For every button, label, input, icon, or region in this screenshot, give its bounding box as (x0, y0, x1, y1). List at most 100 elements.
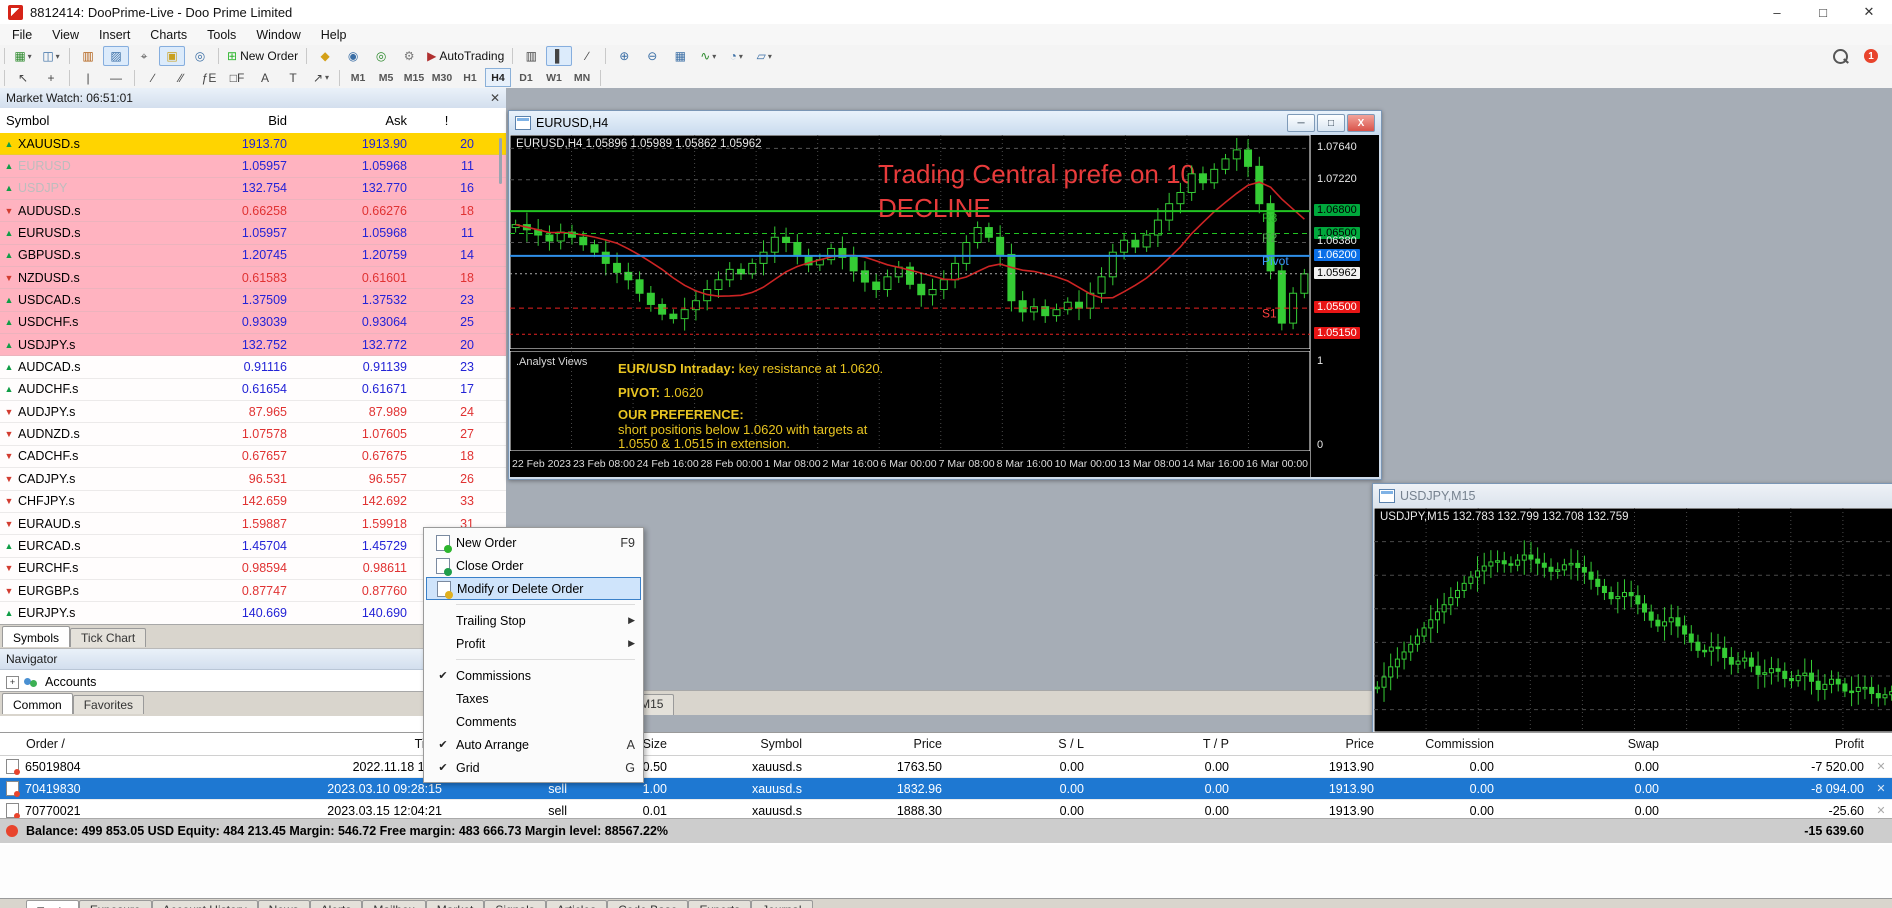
trendline-tool-icon[interactable]: ∕ (140, 68, 166, 88)
bottom-tab-market[interactable]: Market (426, 900, 485, 908)
eurusd-chart-area[interactable]: Trading Central prefe on 10DECLINER3R2Pi… (510, 135, 1378, 477)
market-watch-row-CHFJPY.s[interactable]: ▼CHFJPY.s142.659142.69233 (0, 491, 506, 513)
menu-charts[interactable]: Charts (140, 26, 197, 44)
periods-icon[interactable]: ◔▾ (723, 46, 749, 66)
tree-expand-icon[interactable]: + (6, 676, 19, 689)
tab-favorites[interactable]: Favorites (73, 695, 144, 714)
dropdown-arrow-icon[interactable]: ▾ (56, 52, 60, 61)
order-row-65019804[interactable]: 650198042022.11.18 10:30.50xauusd.s1763.… (0, 756, 1892, 778)
market-watch-toggle-icon[interactable]: ▥ (75, 46, 101, 66)
menu-file[interactable]: File (2, 26, 42, 44)
candlestick-mode-icon[interactable]: ▌ (546, 46, 572, 66)
close-position-icon[interactable]: ✕ (1872, 782, 1892, 795)
dropdown-arrow-icon[interactable]: ▾ (28, 52, 32, 61)
minimize-button[interactable]: – (1754, 0, 1800, 24)
order-column-tp[interactable]: T / P (1092, 737, 1237, 751)
dropdown-arrow-icon[interactable]: ▾ (712, 52, 716, 61)
new-order-button[interactable]: ⊞New Order (224, 46, 301, 66)
timeframe-MN[interactable]: MN (569, 68, 595, 87)
text-tool-icon[interactable]: A (252, 68, 278, 88)
market-watch-row-AUDUSD.s[interactable]: ▼AUDUSD.s0.662580.6627618 (0, 200, 506, 222)
market-watch-row-AUDNZD.s[interactable]: ▼AUDNZD.s1.075781.0760527 (0, 423, 506, 445)
order-column-profit[interactable]: Profit (1667, 737, 1872, 751)
market-watch-row-XAUUSD.s[interactable]: ▲XAUUSD.s1913.701913.9020 (0, 133, 506, 155)
data-window-toggle-icon[interactable]: ▨ (103, 46, 129, 66)
menu-item-modify-or-delete-order[interactable]: Modify or Delete Order (426, 577, 641, 600)
market-watch-row-GBPUSD.s[interactable]: ▲GBPUSD.s1.207451.2075914 (0, 245, 506, 267)
shapes-tool-icon[interactable]: □F (224, 68, 250, 88)
menu-item-profit[interactable]: Profit▶ (426, 632, 641, 655)
order-column-time[interactable]: Time (120, 737, 450, 751)
timeframe-M1[interactable]: M1 (345, 68, 371, 87)
zoom-in-icon[interactable]: ⊕ (611, 46, 637, 66)
bottom-tab-articles[interactable]: Articles (546, 900, 607, 908)
timeframe-M5[interactable]: M5 (373, 68, 399, 87)
market-watch-row-USDCHF.s[interactable]: ▲USDCHF.s0.930390.9306425 (0, 312, 506, 334)
menu-item-taxes[interactable]: Taxes (426, 687, 641, 710)
bottom-tab-code-base[interactable]: Code Base (607, 900, 688, 908)
bottom-tab-trade[interactable]: Trade (26, 900, 79, 908)
profiles-icon[interactable]: ◫▾ (38, 46, 64, 66)
menu-help[interactable]: Help (311, 26, 357, 44)
eurusd-window-titlebar[interactable]: EURUSD,H4 ─ □ X (509, 111, 1381, 135)
order-column-commission[interactable]: Commission (1382, 737, 1502, 751)
bottom-tab-signals[interactable]: Signals (484, 900, 545, 908)
strategy-tester-icon[interactable]: ◎ (187, 46, 213, 66)
navigator-toggle-icon[interactable]: ⌖ (131, 46, 157, 66)
text-label-tool-icon[interactable]: T (280, 68, 306, 88)
chart-close-button[interactable]: X (1347, 114, 1375, 132)
menu-insert[interactable]: Insert (89, 26, 140, 44)
crosshair-tool-icon[interactable]: + (38, 68, 64, 88)
search-icon[interactable] (1827, 46, 1853, 66)
options-icon[interactable]: ⚙ (396, 46, 422, 66)
bottom-tab-news[interactable]: News (258, 900, 310, 908)
column-bid[interactable]: Bid (173, 113, 293, 128)
market-watch-row-USDJPY[interactable]: ▲USDJPY132.754132.77016 (0, 178, 506, 200)
order-column-order[interactable]: Order / (0, 737, 120, 751)
indicators-icon[interactable]: ∿▾ (695, 46, 721, 66)
tile-windows-icon[interactable]: ▦ (667, 46, 693, 66)
market-watch-row-AUDCAD.s[interactable]: ▲AUDCAD.s0.911160.9113923 (0, 356, 506, 378)
menu-view[interactable]: View (42, 26, 89, 44)
menu-item-auto-arrange[interactable]: ✔Auto ArrangeA (426, 733, 641, 756)
bottom-tab-mailbox[interactable]: Mailbox (362, 900, 425, 908)
timeframe-M15[interactable]: M15 (401, 68, 427, 87)
line-chart-mode-icon[interactable]: ∕ (574, 46, 600, 66)
order-column-price2[interactable]: Price (1237, 737, 1382, 751)
cursor-tool-icon[interactable]: ↖ (10, 68, 36, 88)
metaeditor-icon[interactable]: ◆ (312, 46, 338, 66)
column-symbol[interactable]: Symbol (0, 113, 173, 128)
order-column-swap[interactable]: Swap (1502, 737, 1667, 751)
market-watch-row-CADJPY.s[interactable]: ▼CADJPY.s96.53196.55726 (0, 468, 506, 490)
order-row-70419830[interactable]: 704198302023.03.10 09:28:15sell1.00xauus… (0, 778, 1892, 800)
dropdown-arrow-icon[interactable]: ▾ (739, 52, 743, 61)
market-watch-row-EURUSD.s[interactable]: ▲EURUSD.s1.059571.0596811 (0, 222, 506, 244)
zoom-out-icon[interactable]: ⊖ (639, 46, 665, 66)
horizontal-line-tool-icon[interactable]: — (103, 68, 129, 88)
menu-window[interactable]: Window (246, 26, 310, 44)
autotrading-button[interactable]: ▶AutoTrading (424, 46, 507, 66)
order-column-sl[interactable]: S / L (950, 737, 1092, 751)
market-watch-scrollbar[interactable] (499, 138, 502, 184)
price-scale[interactable]: 1.076401.072201.068001.065001.063801.062… (1310, 135, 1379, 477)
menu-item-grid[interactable]: ✔GridG (426, 756, 641, 779)
bottom-tab-journal[interactable]: Journal (751, 900, 812, 908)
notification-badge-icon[interactable]: 1 (1864, 49, 1878, 63)
close-button[interactable]: ✕ (1846, 0, 1892, 24)
vertical-line-tool-icon[interactable]: | (75, 68, 101, 88)
menu-item-new-order[interactable]: New OrderF9 (426, 531, 641, 554)
timeframe-H1[interactable]: H1 (457, 68, 483, 87)
market-watch-row-NZDUSD.s[interactable]: ▼NZDUSD.s0.615830.6160118 (0, 267, 506, 289)
chart-restore-button[interactable]: □ (1317, 114, 1345, 132)
dropdown-arrow-icon[interactable]: ▾ (768, 52, 772, 61)
dropdown-arrow-icon[interactable]: ▾ (325, 73, 329, 82)
order-column-symbol[interactable]: Symbol (675, 737, 810, 751)
bottom-tab-alerts[interactable]: Alerts (310, 900, 363, 908)
close-position-icon[interactable]: ✕ (1872, 760, 1892, 773)
column-spread[interactable]: ! (413, 113, 480, 128)
timeframe-M30[interactable]: M30 (429, 68, 455, 87)
bottom-tab-experts[interactable]: Experts (688, 900, 751, 908)
market-watch-row-USDCAD.s[interactable]: ▲USDCAD.s1.375091.3753223 (0, 289, 506, 311)
timeframe-W1[interactable]: W1 (541, 68, 567, 87)
menu-item-commissions[interactable]: ✔Commissions (426, 664, 641, 687)
